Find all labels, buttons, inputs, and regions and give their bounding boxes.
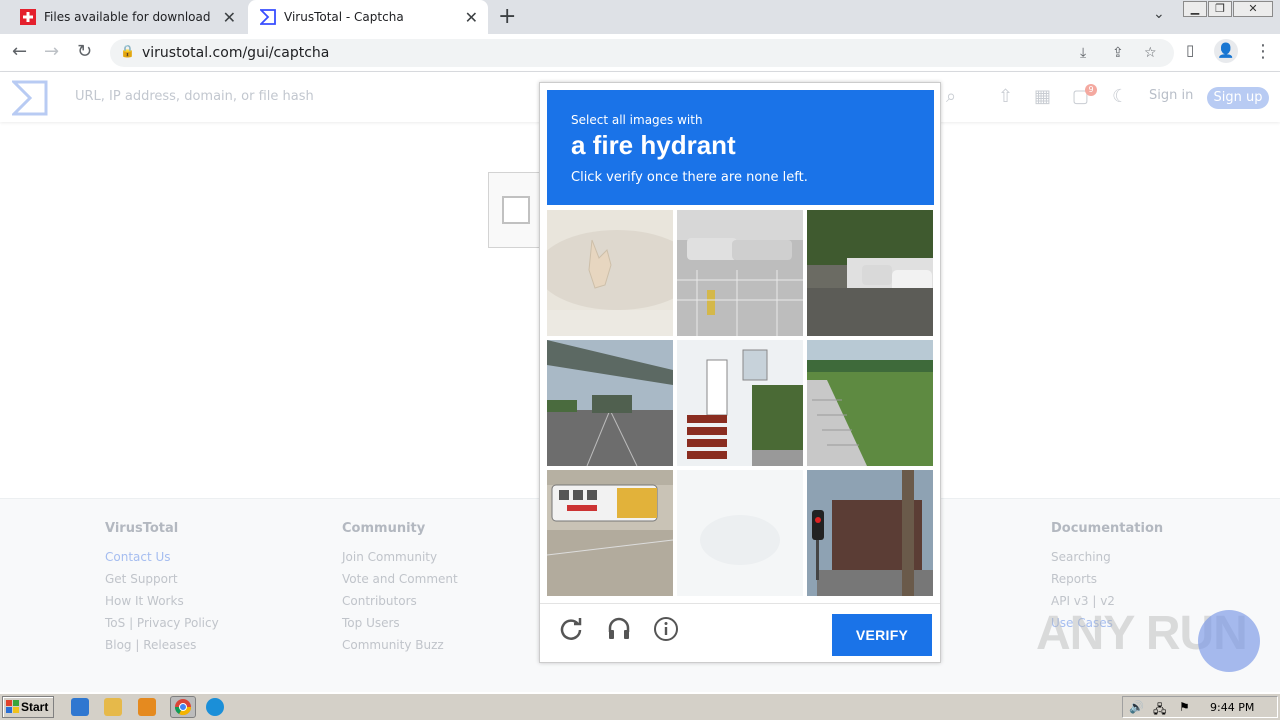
audio-challenge-icon[interactable] (606, 616, 632, 642)
footer-link[interactable]: Reports (1051, 572, 1163, 594)
footer-link[interactable]: Top Users (342, 616, 458, 638)
footer-link[interactable]: How It Works (105, 594, 219, 616)
footer-column-virustotal: VirusTotal Contact Us Get Support How It… (105, 521, 219, 660)
footer-heading: Documentation (1051, 521, 1164, 536)
captcha-checkbox[interactable] (502, 196, 530, 224)
minimize-button[interactable]: ▁ (1183, 1, 1207, 17)
profile-avatar-icon[interactable]: 👤 (1214, 39, 1238, 63)
tab-search-chevron-icon[interactable]: ⌄ (1153, 6, 1165, 22)
file-explorer-icon[interactable] (104, 698, 122, 716)
captcha-tile[interactable] (677, 470, 803, 596)
reload-icon[interactable]: ↻ (77, 41, 92, 62)
windows-taskbar: Start 🔊 🖧 ⚑ 9:44 PM (0, 693, 1280, 720)
windows-logo-icon (6, 700, 19, 713)
lock-icon[interactable]: 🔒 (120, 44, 135, 58)
footer-heading: Community (342, 521, 426, 536)
volume-icon[interactable]: 🔊 (1129, 700, 1144, 714)
swiss-flag-icon (20, 9, 36, 25)
browser-toolbar: ← → ↻ 🔒 virustotal.com/gui/captcha ⤓ ⇪ ☆… (0, 34, 1280, 72)
network-icon[interactable]: 🖧 (1153, 700, 1166, 721)
captcha-tile[interactable] (807, 470, 933, 596)
close-window-button[interactable]: ✕ (1233, 1, 1273, 17)
clock: 9:44 PM (1210, 701, 1255, 714)
share-icon[interactable]: ⇪ (1112, 45, 1124, 61)
captcha-challenge-popup: Select all images with a fire hydrant Cl… (539, 82, 941, 663)
virustotal-logo-icon[interactable] (12, 80, 48, 116)
footer-link[interactable]: Vote and Comment (342, 572, 458, 594)
system-tray: 🔊 🖧 ⚑ 9:44 PM (1122, 696, 1278, 718)
footer-link[interactable]: Contributors (342, 594, 458, 616)
footer-column-community: Community Join Community Vote and Commen… (342, 521, 458, 660)
tab-title: VirusTotal - Captcha (284, 10, 404, 24)
close-tab-icon[interactable]: ✕ (223, 8, 236, 27)
captcha-tile[interactable] (547, 470, 673, 596)
edge-icon[interactable] (206, 698, 224, 716)
close-tab-icon[interactable]: ✕ (465, 8, 478, 27)
vt-search-input[interactable]: URL, IP address, domain, or file hash (75, 89, 314, 104)
chrome-icon (174, 699, 192, 716)
new-tab-button[interactable]: + (498, 4, 516, 29)
start-label: Start (21, 700, 49, 714)
start-button[interactable]: Start (2, 696, 54, 718)
refresh-icon[interactable] (558, 616, 584, 642)
kebab-menu-icon[interactable]: ⋮ (1254, 41, 1272, 62)
footer-link[interactable]: Join Community (342, 550, 458, 572)
dark-mode-icon[interactable]: ☾ (1112, 86, 1128, 107)
search-icon[interactable]: ⌕ (946, 86, 956, 107)
back-arrow-icon[interactable]: ← (12, 41, 27, 62)
verify-button[interactable]: VERIFY (832, 614, 932, 656)
footer-link[interactable]: Contact Us (105, 550, 219, 572)
captcha-checkbox-widget (488, 172, 540, 248)
internet-explorer-icon[interactable] (71, 698, 89, 716)
virustotal-logo-icon (260, 9, 276, 25)
prompt-pre-text: Select all images with (571, 113, 703, 127)
challenge-footer: VERIFY (540, 603, 940, 663)
restore-button[interactable]: ❐ (1208, 1, 1232, 17)
footer-link[interactable]: ToS | Privacy Policy (105, 616, 219, 638)
sign-up-button[interactable]: Sign up (1207, 87, 1269, 109)
footer-link[interactable]: Get Support (105, 572, 219, 594)
prompt-instruction-text: Click verify once there are none left. (571, 170, 808, 185)
address-bar[interactable]: 🔒 virustotal.com/gui/captcha ⤓ ⇪ ☆ (110, 39, 1174, 67)
captcha-tile[interactable] (677, 340, 803, 466)
info-icon[interactable] (653, 616, 679, 642)
media-player-icon[interactable] (138, 698, 156, 716)
side-panel-icon[interactable]: ▯ (1186, 41, 1194, 59)
tab-title: Files available for download (44, 10, 211, 24)
captcha-tile[interactable] (547, 340, 673, 466)
action-center-flag-icon[interactable]: ⚑ (1179, 700, 1190, 714)
tab-files-download[interactable]: Files available for download ✕ (8, 0, 246, 34)
chrome-taskbar-button[interactable] (170, 696, 196, 718)
footer-link[interactable]: Community Buzz (342, 638, 458, 660)
prompt-target-text: a fire hydrant (571, 130, 736, 160)
forward-arrow-icon[interactable]: → (44, 41, 59, 62)
bookmark-star-icon[interactable]: ☆ (1144, 45, 1157, 61)
anyrun-watermark-logo (1198, 610, 1260, 672)
url-text[interactable]: virustotal.com/gui/captcha (142, 45, 329, 61)
captcha-tile[interactable] (807, 210, 933, 336)
sign-in-link[interactable]: Sign in (1149, 88, 1193, 103)
captcha-tile[interactable] (547, 210, 673, 336)
footer-link[interactable]: Blog | Releases (105, 638, 219, 660)
captcha-tile[interactable] (677, 210, 803, 336)
footer-heading: VirusTotal (105, 521, 179, 536)
tab-strip: Files available for download ✕ VirusTota… (0, 0, 1280, 34)
install-app-icon[interactable]: ⤓ (1080, 45, 1086, 61)
footer-link[interactable]: Searching (1051, 550, 1163, 572)
captcha-tile[interactable] (807, 340, 933, 466)
apps-grid-icon[interactable]: ▦ (1034, 86, 1051, 107)
upload-icon[interactable]: ⇧ (998, 86, 1013, 107)
tab-virustotal-captcha[interactable]: VirusTotal - Captcha ✕ (248, 0, 488, 34)
notification-badge: 9 (1085, 84, 1097, 96)
challenge-prompt-header: Select all images with a fire hydrant Cl… (547, 90, 934, 205)
